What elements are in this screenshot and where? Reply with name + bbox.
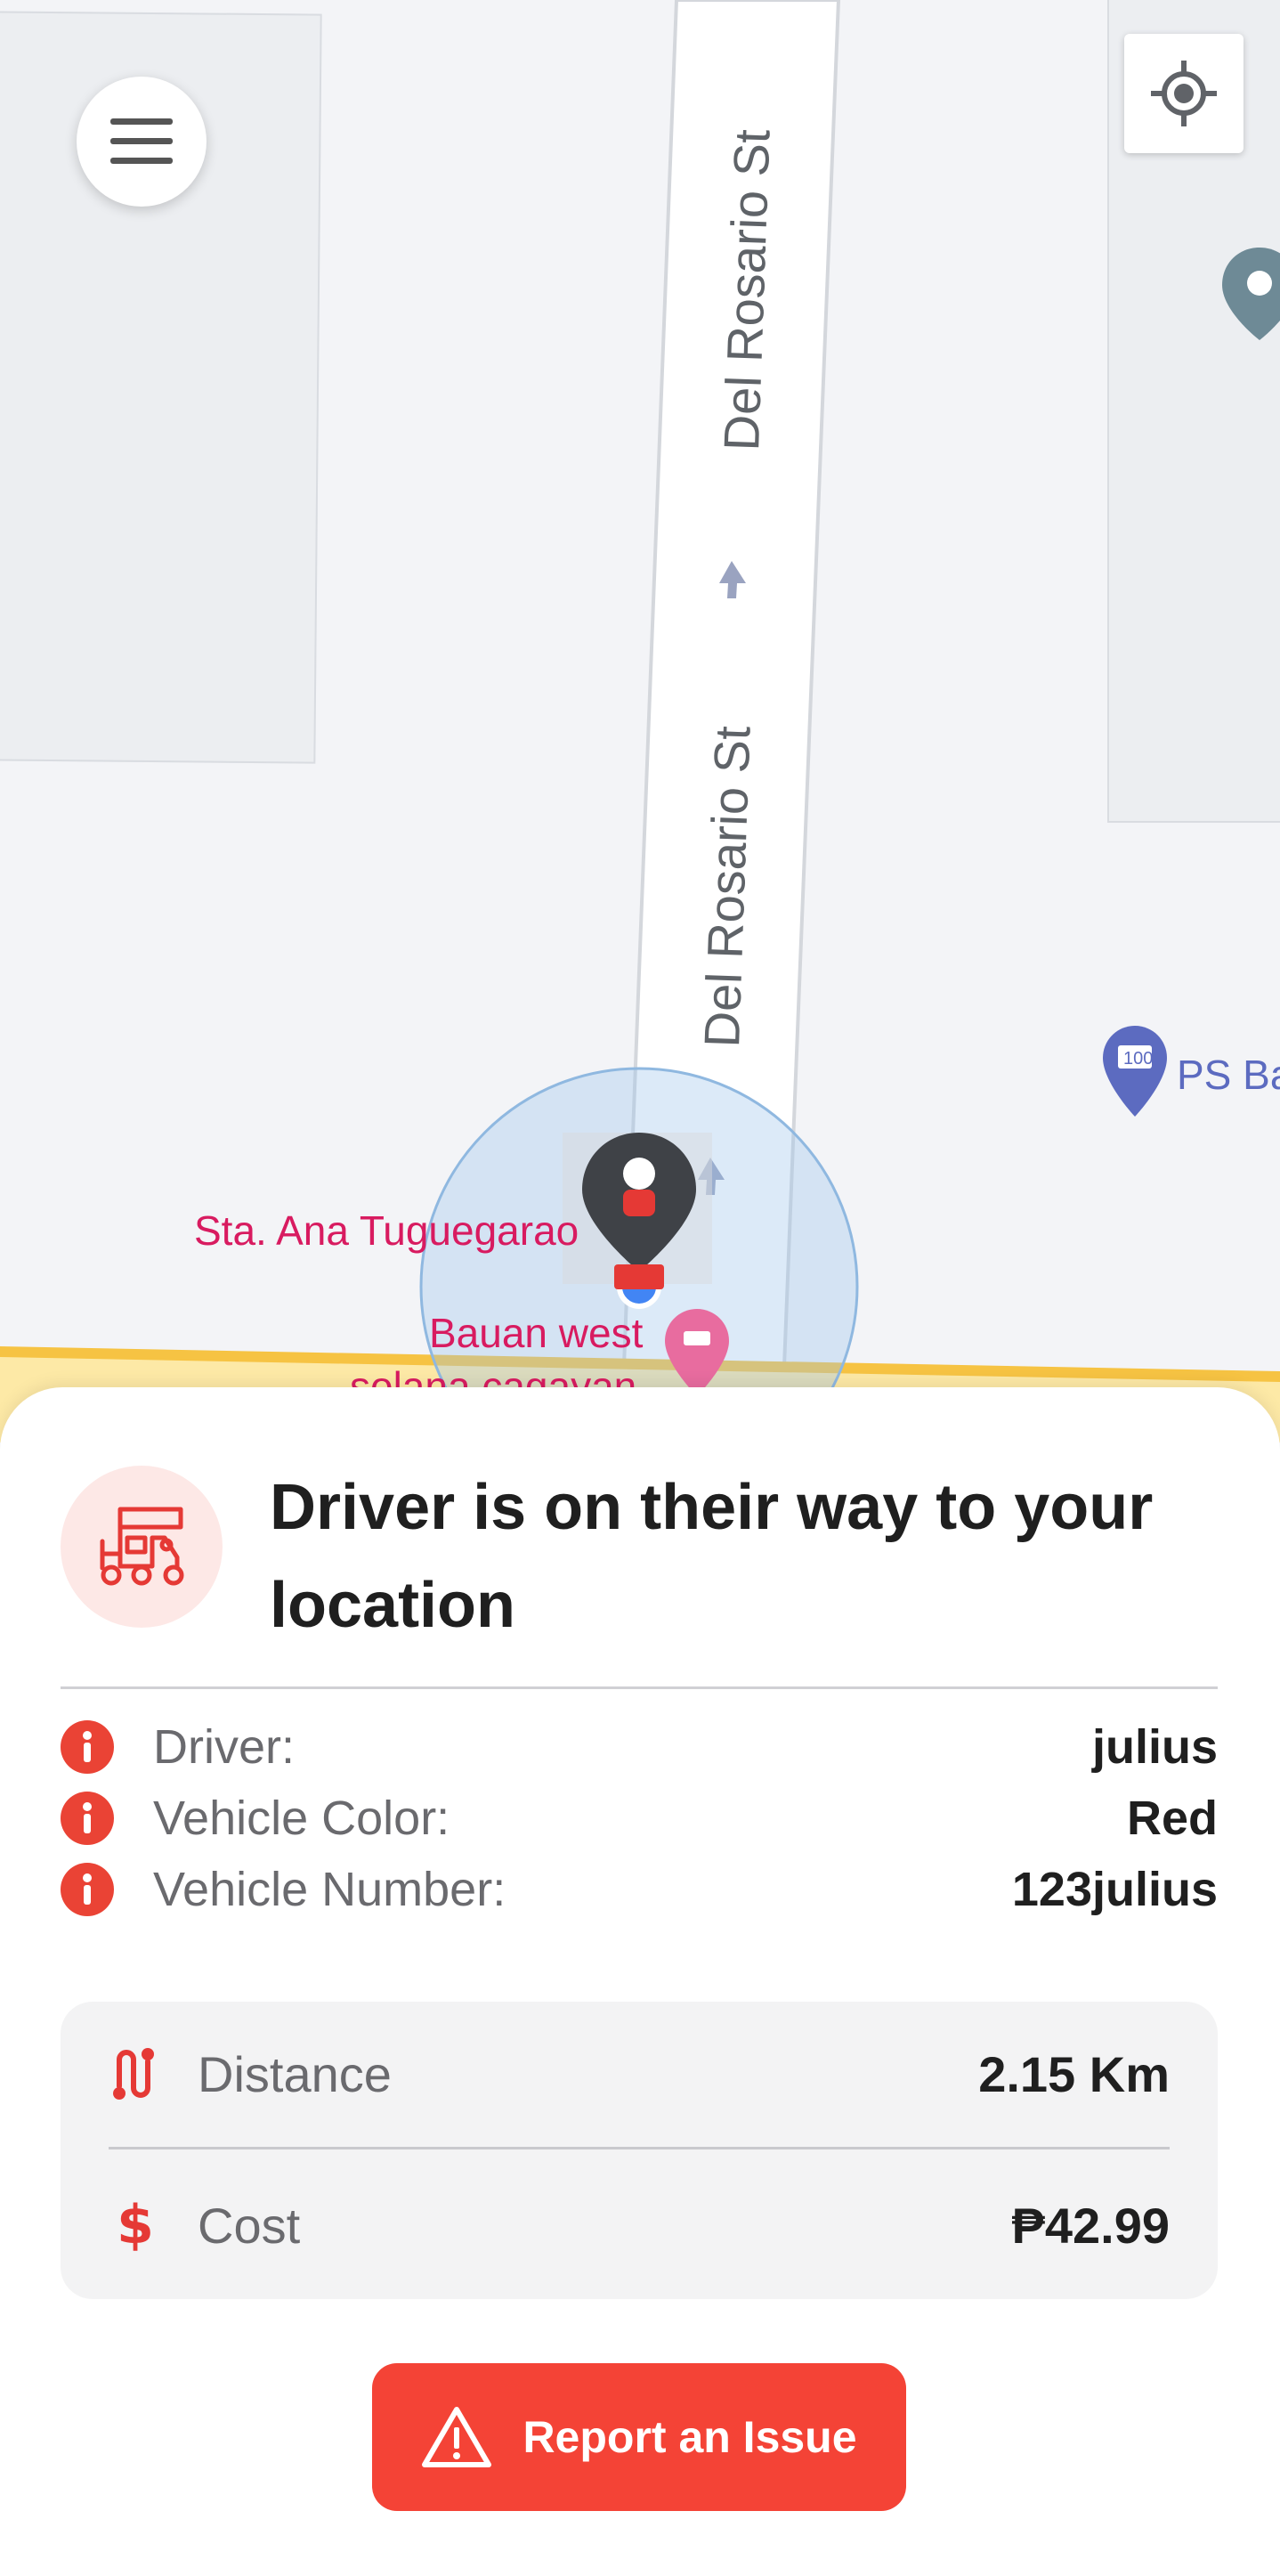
my-location-button[interactable]: [1124, 34, 1244, 153]
vehicle-color-value: Red: [1126, 1792, 1218, 1845]
map-road: [0, 0, 1280, 1442]
report-issue-button[interactable]: Report an Issue: [372, 2363, 906, 2511]
ride-status-title: Driver is on their way to your location: [270, 1472, 1154, 1641]
trip-summary-card: Distance 2.15 Km $ Cost ₱42.99: [61, 2002, 1218, 2299]
driver-row: Driver: julius: [61, 1719, 1218, 1776]
distance-row: Distance 2.15 Km: [109, 2034, 1170, 2114]
poi-bauan-west[interactable]: Bauan west: [429, 1309, 643, 1357]
divider: [61, 1686, 1218, 1689]
driver-value: julius: [1091, 1720, 1218, 1774]
driver-label: Driver:: [153, 1720, 295, 1774]
vehicle-color-row: Vehicle Color: Red: [61, 1790, 1218, 1847]
dollar-icon: $: [117, 2194, 154, 2256]
vehicle-number-value: 123julius: [1011, 1863, 1218, 1916]
map-view[interactable]: Del Rosario St Del Rosario St Sta. Ana T…: [0, 0, 1280, 1442]
report-issue-label: Report an Issue: [523, 2412, 857, 2462]
ride-status-sheet: Driver is on their way to your location …: [0, 1387, 1280, 2576]
street-label-upper: Del Rosario St: [712, 128, 781, 452]
vehicle-number-row: Vehicle Number: 123julius: [61, 1861, 1218, 1918]
cost-row: $ Cost ₱42.99: [109, 2185, 1170, 2265]
hamburger-menu-icon: [110, 118, 173, 164]
my-location-icon: [1151, 61, 1217, 126]
info-icon: [61, 1792, 114, 1845]
poi-sta-ana[interactable]: Sta. Ana Tuguegarao: [194, 1207, 579, 1255]
divider: [109, 2147, 1170, 2149]
street-label-lower: Del Rosario St: [693, 725, 761, 1049]
atm-badge-text: 100: [1123, 1049, 1154, 1069]
menu-button[interactable]: [77, 77, 207, 207]
vehicle-number-label: Vehicle Number:: [153, 1863, 506, 1916]
info-icon: [61, 1863, 114, 1916]
vehicle-color-label: Vehicle Color:: [153, 1792, 450, 1845]
distance-label: Distance: [198, 2045, 392, 2102]
tricycle-icon: [100, 1507, 184, 1586]
atm-pin-icon: [1103, 1026, 1167, 1117]
cost-label: Cost: [198, 2197, 301, 2254]
place-pin-icon: [1222, 248, 1280, 340]
poi-ps-bank[interactable]: PS Ba: [1177, 1051, 1280, 1099]
info-icon: [61, 1720, 114, 1774]
driver-marker-icon: [563, 1133, 712, 1289]
route-icon: [113, 2048, 154, 2100]
cost-value: ₱42.99: [1011, 2197, 1171, 2254]
warning-icon: [422, 2407, 492, 2467]
distance-value: 2.15 Km: [978, 2045, 1170, 2102]
vehicle-badge: [61, 1466, 223, 1628]
